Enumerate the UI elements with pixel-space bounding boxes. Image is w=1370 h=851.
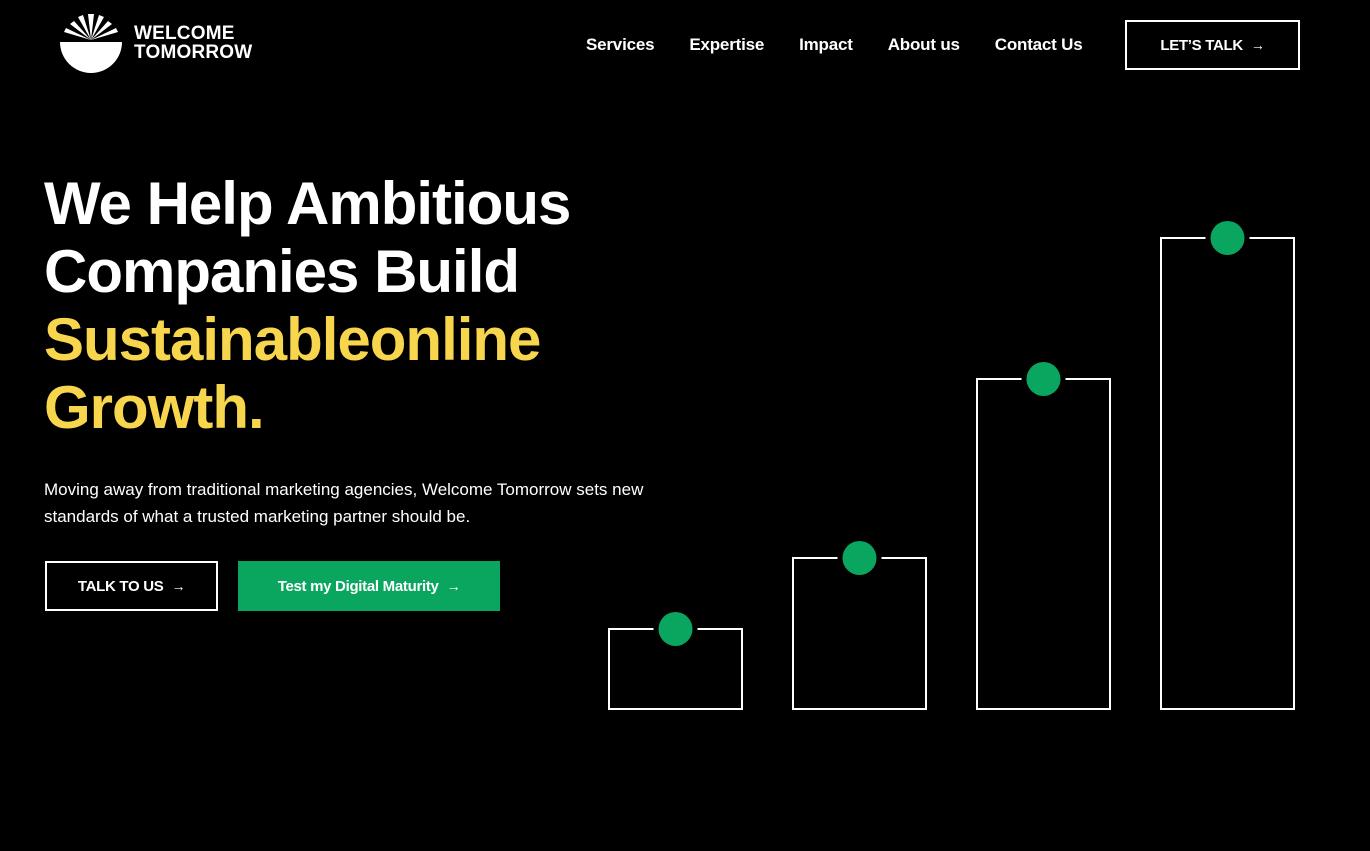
growth-bar-outline: [792, 557, 927, 710]
growth-bar-dot: [658, 612, 693, 646]
growth-bar-dot: [1210, 221, 1245, 255]
growth-bars-graphic: [608, 221, 1295, 710]
growth-bar-outline: [1160, 237, 1295, 710]
growth-bar-dot: [1026, 362, 1061, 396]
growth-bar-outline: [976, 378, 1111, 710]
growth-bar-dot: [842, 541, 877, 575]
page: WELCOME TOMORROW Services Expertise Impa…: [0, 0, 1370, 851]
